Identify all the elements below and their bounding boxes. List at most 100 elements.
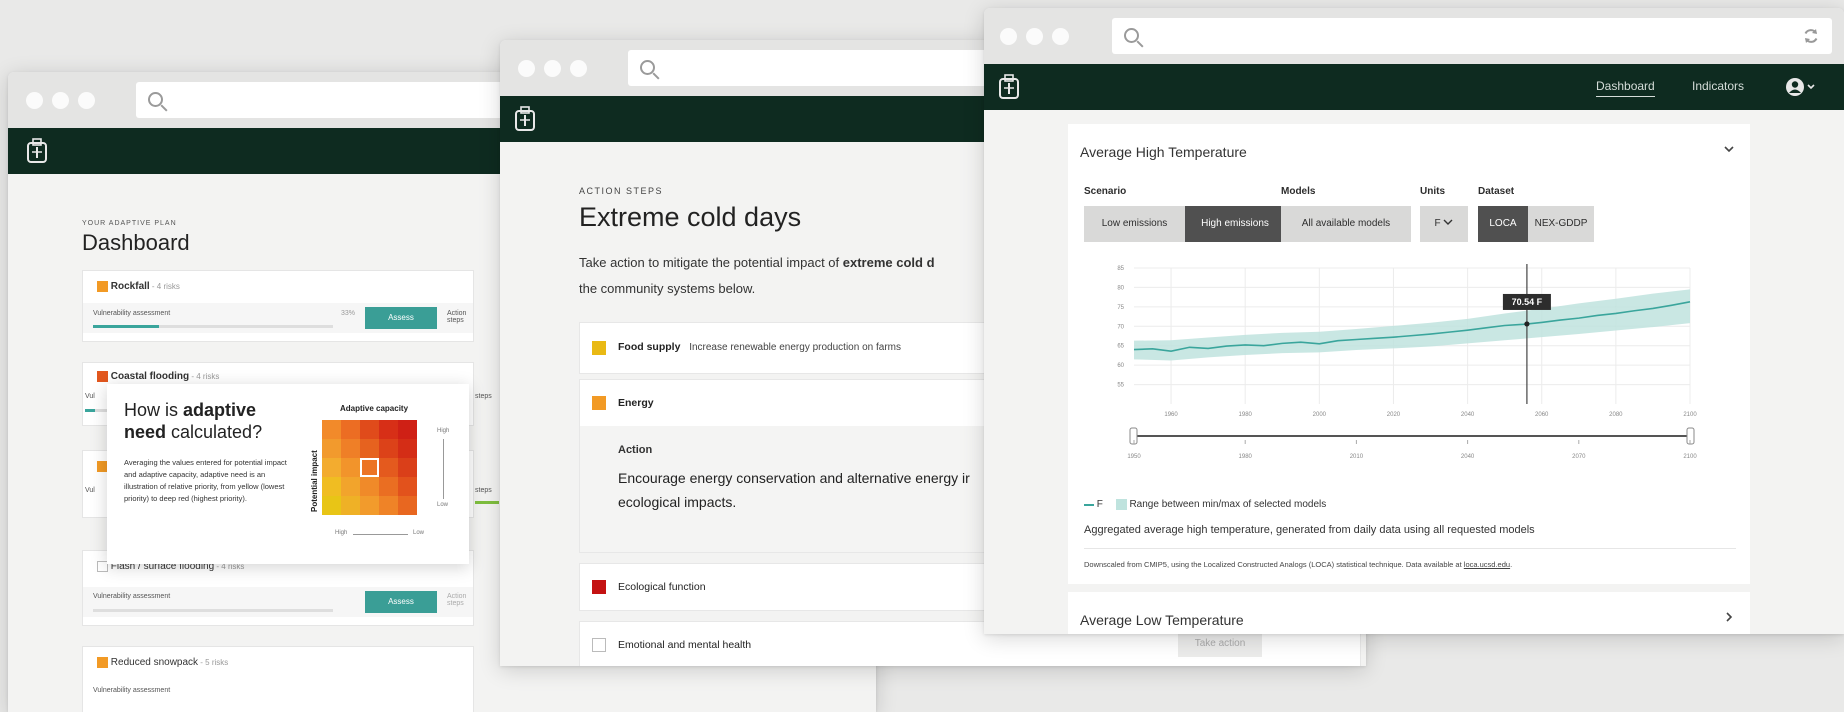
- adaptive-grid-cell: [379, 496, 398, 515]
- scenario-high-button[interactable]: High emissions: [1185, 206, 1285, 242]
- app-logo-icon[interactable]: [26, 138, 48, 164]
- progress-fill: [475, 501, 499, 504]
- indicators-window: Dashboard Indicators Average High Temper…: [984, 8, 1844, 634]
- adaptive-grid-cell: [379, 458, 398, 477]
- nav-indicators-link[interactable]: Indicators: [1692, 79, 1744, 93]
- adaptive-grid-cell: [398, 496, 417, 515]
- units-select[interactable]: F: [1420, 206, 1468, 242]
- x-tick-label: 2040: [1461, 412, 1475, 418]
- panel-title[interactable]: Average High Temperature: [1080, 144, 1247, 160]
- address-bar[interactable]: [1112, 18, 1832, 54]
- temperature-chart[interactable]: 85 80 75 70 65 60 55 1960 1980 2000 2020 2040 2060 20…: [1078, 256, 1718, 476]
- next-indicator-panel[interactable]: Average Low Temperature: [1068, 592, 1750, 634]
- risk-header[interactable]: Reduced snowpack - 5 risks: [97, 657, 228, 668]
- panel-title: Average Low Temperature: [1080, 612, 1244, 628]
- x-high-label: High: [335, 530, 348, 536]
- system-color-swatch: [592, 638, 606, 652]
- x-tick-label: 2100: [1683, 412, 1697, 418]
- indicator-panel: Average High Temperature Scenario Low em…: [1068, 124, 1750, 584]
- risk-assessment-row: Vulnerability assessment Assess Action s…: [83, 587, 473, 617]
- y-tick-label: 55: [1117, 383, 1124, 389]
- user-account-icon[interactable]: [1784, 76, 1818, 98]
- search-icon: [148, 92, 163, 107]
- x-low-label: Low: [413, 530, 425, 536]
- risk-color-swatch: [97, 657, 108, 668]
- adaptive-grid-cell: [341, 420, 360, 439]
- y-tick-label: 60: [1117, 363, 1124, 369]
- app-logo-icon[interactable]: [514, 106, 536, 132]
- dataset-loca-button[interactable]: LOCA: [1478, 206, 1528, 242]
- hover-tooltip-value: 70.54 F: [1512, 297, 1543, 307]
- slider-tick-label: 2100: [1683, 454, 1697, 460]
- section-eyebrow: ACTION STEPS: [579, 186, 664, 196]
- window-close-dot[interactable]: [26, 92, 43, 109]
- adaptive-grid-cell: [322, 439, 341, 458]
- caption-divider: [1084, 548, 1736, 549]
- adaptive-grid-cell: [322, 458, 341, 477]
- take-action-button[interactable]: Take action: [1178, 631, 1262, 657]
- system-color-swatch: [592, 396, 606, 410]
- risk-color-swatch: [97, 371, 108, 382]
- assess-button[interactable]: Assess: [365, 307, 437, 329]
- y-high-label: High: [437, 428, 450, 434]
- scenario-low-button[interactable]: Low emissions: [1084, 206, 1185, 242]
- system-row-ecological-function[interactable]: Ecological function: [579, 563, 1011, 611]
- models-label: Models: [1281, 186, 1316, 197]
- search-icon: [1124, 28, 1139, 43]
- popover-title-part: How is: [124, 400, 184, 420]
- adaptive-need-popover: How is adaptive need calculated? Averagi…: [107, 384, 469, 564]
- risk-name: Rockfall: [110, 281, 150, 293]
- adaptive-grid-cell: [341, 458, 360, 477]
- vulnerability-label: Vulnerability assessment: [93, 687, 171, 694]
- window-maximize-dot[interactable]: [1052, 28, 1069, 45]
- y-tick-label: 65: [1117, 344, 1124, 350]
- window-minimize-dot[interactable]: [52, 92, 69, 109]
- dataset-nex-gddp-button[interactable]: NEX-GDDP: [1528, 206, 1594, 242]
- window-minimize-dot[interactable]: [1026, 28, 1043, 45]
- window-close-dot[interactable]: [1000, 28, 1017, 45]
- x-tick-label: 2020: [1387, 412, 1401, 418]
- risk-header[interactable]: Coastal flooding - 4 risks: [97, 371, 219, 382]
- action-line-1: Encourage energy conservation and altern…: [618, 470, 970, 486]
- refresh-icon[interactable]: [1802, 27, 1820, 45]
- source-text: .: [1510, 560, 1513, 569]
- window-minimize-dot[interactable]: [544, 60, 561, 77]
- chevron-down-icon[interactable]: [1722, 142, 1736, 156]
- risk-card-reduced-snowpack: Reduced snowpack - 5 risks Vulnerability…: [82, 646, 474, 712]
- window-maximize-dot[interactable]: [78, 92, 95, 109]
- system-name: Energy: [618, 397, 654, 409]
- units-value: F: [1434, 218, 1441, 229]
- x-tick-label: 1980: [1239, 412, 1253, 418]
- energy-row-header[interactable]: Energy: [580, 380, 1010, 426]
- system-row-food-supply[interactable]: Food supply Increase renewable energy pr…: [579, 322, 1011, 374]
- dataset-label: Dataset: [1478, 186, 1515, 197]
- models-select[interactable]: All available models: [1281, 206, 1411, 242]
- adaptive-grid-cell: [398, 439, 417, 458]
- popover-title: How is adaptive need calculated?: [124, 399, 274, 443]
- units-label: Units: [1420, 186, 1445, 197]
- section-intro: Take action to mitigate the potential im…: [579, 250, 999, 302]
- nav-dashboard-link[interactable]: Dashboard: [1596, 79, 1655, 97]
- slider-tick-label: 2010: [1350, 454, 1364, 460]
- y-tick-label: 85: [1117, 266, 1124, 272]
- page-eyebrow: YOUR ADAPTIVE PLAN: [82, 220, 177, 227]
- assess-button[interactable]: Assess: [365, 591, 437, 613]
- vulnerability-progress: [85, 409, 109, 412]
- data-source-note: Downscaled from CMIP5, using the Localiz…: [1084, 560, 1512, 569]
- browser-chrome: [984, 8, 1844, 64]
- action-description: Encourage energy conservation and altern…: [618, 466, 1008, 514]
- action-steps-partial: steps: [475, 393, 492, 400]
- app-navbar: Dashboard Indicators: [984, 64, 1844, 110]
- adaptive-grid-cell: [398, 458, 417, 477]
- window-close-dot[interactable]: [518, 60, 535, 77]
- adaptive-grid-cell: [341, 496, 360, 515]
- x-tick-label: 2000: [1313, 412, 1327, 418]
- x-tick-label: 2080: [1609, 412, 1623, 418]
- action-steps-label: Action steps: [447, 593, 467, 607]
- window-maximize-dot[interactable]: [570, 60, 587, 77]
- action-line-2: ecological impacts.: [618, 494, 737, 510]
- app-logo-icon[interactable]: [998, 74, 1020, 100]
- source-link[interactable]: loca.ucsd.edu: [1464, 560, 1510, 569]
- progress-percent: 33%: [341, 310, 356, 317]
- risk-header[interactable]: Rockfall - 4 risks: [97, 281, 180, 292]
